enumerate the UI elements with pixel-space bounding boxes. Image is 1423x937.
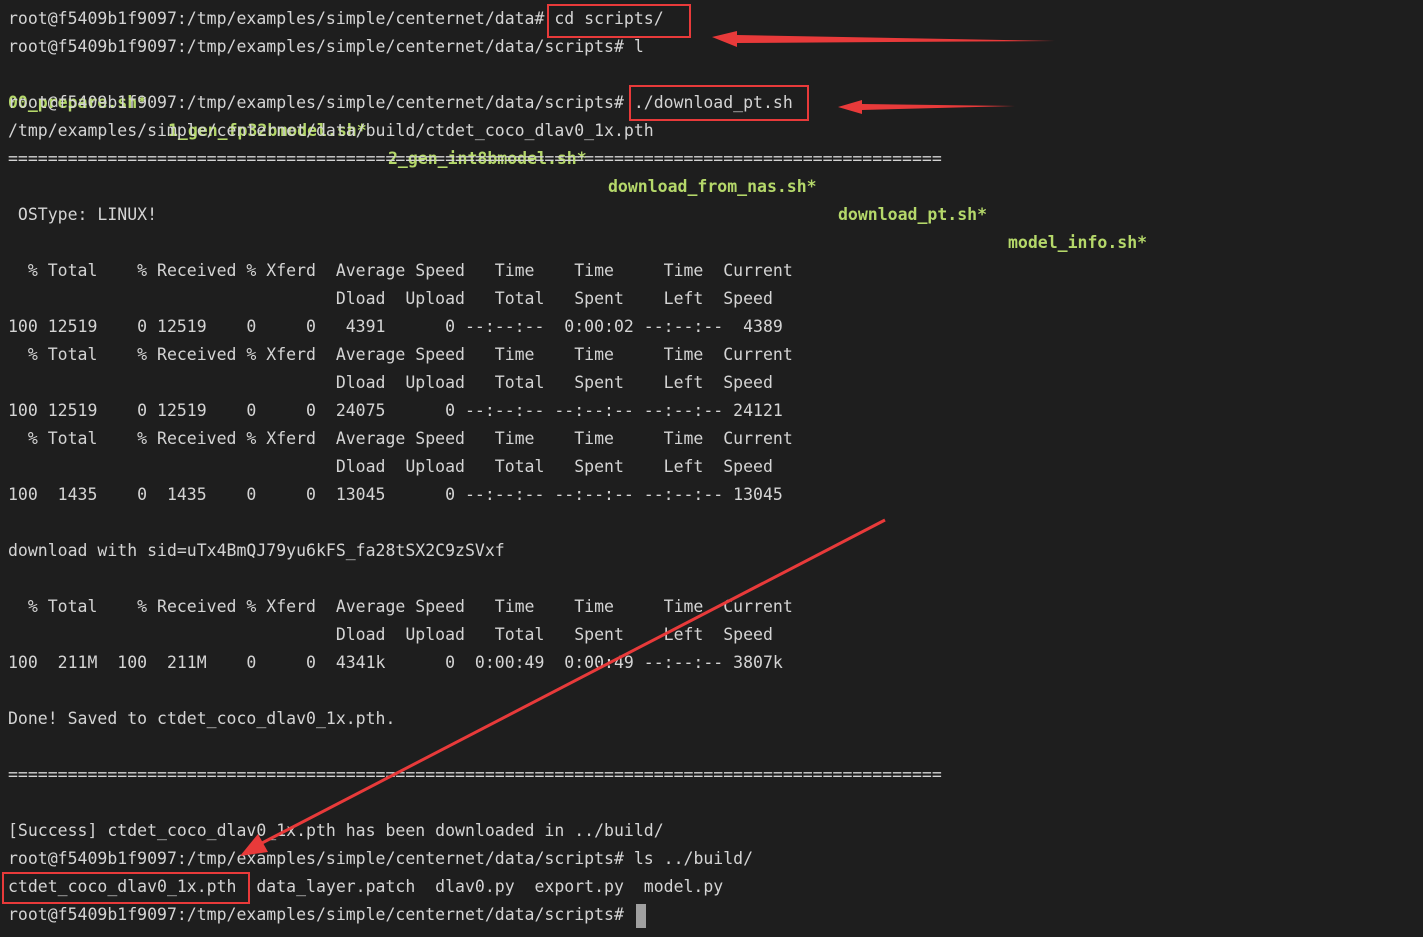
curl-progress-line: 100 12519 0 12519 0 0 24075 0 --:--:-- -… bbox=[8, 401, 783, 420]
shell-prompt: root@f5409b1f9097:/tmp/examples/simple/c… bbox=[8, 37, 624, 56]
terminal-line: root@f5409b1f9097:/tmp/examples/simple/c… bbox=[8, 89, 793, 117]
curl-header-line: % Total % Received % Xferd Average Speed… bbox=[8, 597, 793, 616]
output-line: download with sid=uTx4BmQJ79yu6kFS_fa28t… bbox=[8, 541, 505, 560]
curl-progress-line: 100 1435 0 1435 0 0 13045 0 --:--:-- --:… bbox=[8, 485, 783, 504]
command-text: l bbox=[623, 37, 644, 56]
curl-header-line: % Total % Received % Xferd Average Speed… bbox=[8, 261, 793, 280]
success-message: [Success] ctdet_coco_dlav0_1x.pth has be… bbox=[8, 821, 664, 840]
curl-header-line: Dload Upload Total Spent Left Speed bbox=[8, 289, 773, 308]
build-listing: ctdet_coco_dlav0_1x.pth data_layer.patch… bbox=[8, 877, 724, 896]
curl-progress-line: 100 12519 0 12519 0 0 4391 0 --:--:-- 0:… bbox=[8, 317, 783, 336]
output-line: Done! Saved to ctdet_coco_dlav0_1x.pth. bbox=[8, 709, 396, 728]
output-line: /tmp/examples/simple/centernet/data/buil… bbox=[8, 121, 654, 140]
file-entry: download_from_nas.sh* bbox=[608, 177, 817, 196]
curl-header-line: Dload Upload Total Spent Left Speed bbox=[8, 457, 773, 476]
terminal-line[interactable]: root@f5409b1f9097:/tmp/examples/simple/c… bbox=[8, 901, 646, 929]
arrow-annotation bbox=[838, 100, 1015, 114]
text-cursor bbox=[635, 903, 646, 928]
file-entry: model_info.sh* bbox=[1008, 233, 1148, 252]
separator-line: ========================================… bbox=[8, 765, 942, 784]
curl-progress-line: 100 211M 100 211M 0 0 4341k 0 0:00:49 0:… bbox=[8, 653, 783, 672]
curl-header-line: Dload Upload Total Spent Left Speed bbox=[8, 625, 773, 644]
shell-prompt: root@f5409b1f9097:/tmp/examples/simple/c… bbox=[8, 849, 624, 868]
curl-header-line: Dload Upload Total Spent Left Speed bbox=[8, 373, 773, 392]
shell-prompt: root@f5409b1f9097:/tmp/examples/simple/c… bbox=[8, 93, 624, 112]
command-text: cd scripts/ bbox=[544, 9, 664, 28]
terminal-window[interactable]: root@f5409b1f9097:/tmp/examples/simple/c… bbox=[0, 0, 1423, 937]
terminal-line: root@f5409b1f9097:/tmp/examples/simple/c… bbox=[8, 5, 664, 33]
separator-line: ========================================… bbox=[8, 149, 942, 168]
shell-prompt: root@f5409b1f9097:/tmp/examples/simple/c… bbox=[8, 905, 624, 924]
arrow-annotation bbox=[240, 518, 886, 856]
curl-header-line: % Total % Received % Xferd Average Speed… bbox=[8, 345, 793, 364]
command-text: ls ../build/ bbox=[623, 849, 754, 868]
arrow-annotation bbox=[712, 31, 1055, 47]
command-text: ./download_pt.sh bbox=[623, 93, 793, 112]
file-listing: 00_prepare.sh* 1_gen_fp32bmodel.sh* 2_ge… bbox=[0, 61, 1147, 252]
output-line: OSType: LINUX! bbox=[8, 205, 158, 224]
terminal-line: root@f5409b1f9097:/tmp/examples/simple/c… bbox=[8, 33, 644, 61]
shell-prompt: root@f5409b1f9097:/tmp/examples/simple/c… bbox=[8, 9, 545, 28]
terminal-line: root@f5409b1f9097:/tmp/examples/simple/c… bbox=[8, 845, 753, 873]
file-entry: download_pt.sh* bbox=[838, 205, 988, 224]
curl-header-line: % Total % Received % Xferd Average Speed… bbox=[8, 429, 793, 448]
command-input[interactable] bbox=[624, 905, 634, 924]
